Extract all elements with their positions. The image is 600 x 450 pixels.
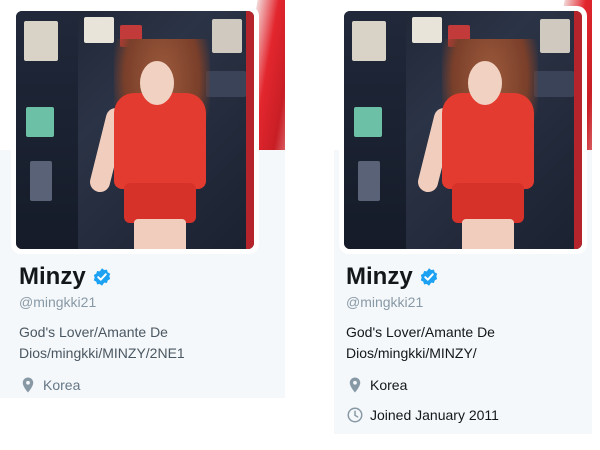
profile-location-text: Korea	[43, 377, 81, 393]
photo-sticker	[358, 161, 380, 201]
profile-handle[interactable]: @mingkki21	[19, 294, 285, 310]
photo-sticker	[534, 71, 574, 97]
clock-icon	[347, 407, 363, 423]
photo-legs	[462, 219, 514, 249]
map-pin-icon	[349, 377, 361, 393]
profile-location: Korea	[346, 376, 592, 394]
photo-shorts	[124, 183, 196, 223]
profile-name[interactable]: Minzy	[346, 263, 413, 291]
profile-photo	[344, 11, 582, 249]
profile-location-text: Korea	[370, 377, 408, 393]
map-pin-icon	[22, 377, 34, 393]
profile-name-row: Minzy	[346, 262, 592, 292]
photo-sticker	[206, 71, 246, 97]
photo-sticker	[352, 21, 386, 61]
photo-legs	[134, 219, 186, 249]
photo-shirt	[114, 93, 206, 189]
photo-sticker	[540, 19, 570, 53]
photo-face	[140, 61, 174, 105]
photo-sticker	[412, 17, 442, 43]
photo-sticker	[354, 107, 382, 137]
verified-badge-icon	[93, 268, 110, 286]
photo-shorts	[452, 183, 524, 223]
photo-face	[468, 61, 502, 105]
profile-card-after: Minzy @mingkki21 God's Lover/Amante De D…	[334, 0, 592, 434]
profile-location: Korea	[19, 376, 285, 394]
profile-card-before: Minzy @mingkki21 God's Lover/Amante De D…	[0, 0, 285, 398]
profile-joined-text: Joined January 2011	[370, 407, 499, 423]
photo-sticker	[84, 17, 114, 43]
profile-photo	[16, 11, 254, 249]
photo-sticker	[24, 21, 58, 61]
profile-bio: God's Lover/Amante De Dios/mingkki/MINZY…	[346, 324, 495, 361]
verified-badge-icon	[420, 268, 437, 286]
profile-bio: God's Lover/Amante De Dios/mingkki/MINZY…	[19, 324, 185, 361]
profile-avatar[interactable]	[339, 6, 587, 254]
profile-name-row: Minzy	[19, 262, 285, 292]
photo-shirt	[442, 93, 534, 189]
profile-avatar[interactable]	[11, 6, 259, 254]
photo-sticker	[30, 161, 52, 201]
profile-info: Minzy @mingkki21 God's Lover/Amante De D…	[334, 262, 592, 424]
photo-sticker	[26, 107, 54, 137]
photo-edge-stripe	[246, 11, 254, 249]
profile-info: Minzy @mingkki21 God's Lover/Amante De D…	[0, 262, 285, 394]
profile-name[interactable]: Minzy	[19, 263, 86, 291]
profile-handle[interactable]: @mingkki21	[346, 294, 592, 310]
photo-edge-stripe	[574, 11, 582, 249]
photo-sticker	[212, 19, 242, 53]
profile-joined: Joined January 2011	[346, 406, 592, 424]
